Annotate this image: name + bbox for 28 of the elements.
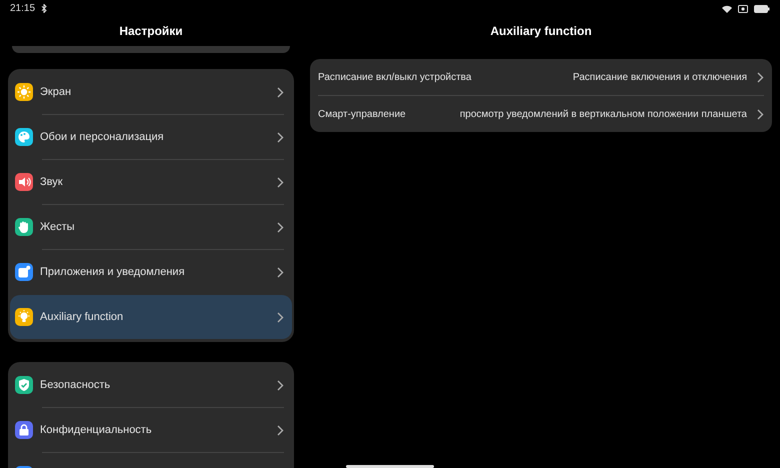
- bluetooth-icon: [41, 4, 48, 13]
- settings-item[interactable]: Смарт-управление просмотр уведомлений в вертикальном положении планшета: [318, 95, 764, 132]
- chevron-icon: [277, 176, 284, 188]
- chevron-icon: [277, 222, 284, 232]
- settings-item[interactable]: Экран: [10, 70, 292, 114]
- settings-item[interactable]: Расписание вкл/выкл устройства Расписание включения и отключения: [318, 59, 764, 95]
- wifi-icon: [722, 4, 732, 12]
- settings-item[interactable]: Жесты: [10, 205, 292, 249]
- settings-item[interactable]: Обои и персонализация: [10, 115, 292, 159]
- screen-record-icon: [738, 4, 748, 12]
- settings-item[interactable]: Приложения и уведомления: [10, 250, 292, 294]
- battery-icon: [754, 4, 770, 12]
- chevron-icon: [757, 108, 764, 120]
- home-indicator[interactable]: [346, 465, 434, 468]
- chevron-icon: [757, 72, 764, 82]
- chevron-icon: [277, 312, 284, 322]
- chevron-icon: [277, 424, 284, 436]
- chevron-icon: [277, 86, 284, 98]
- pane-title: Auxiliary function: [489, 23, 593, 40]
- pane-title: Настройки: [119, 23, 183, 40]
- settings-item[interactable]: Auxiliary function: [10, 295, 292, 339]
- settings-item[interactable]: Звук: [10, 160, 292, 204]
- settings-item[interactable]: Безопасность: [10, 363, 292, 407]
- settings-item[interactable]: Конфиденциальность: [10, 408, 292, 452]
- chevron-icon: [277, 132, 284, 142]
- chevron-icon: [277, 380, 284, 390]
- chevron-icon: [277, 266, 284, 278]
- clock-time: 21:15: [10, 3, 36, 14]
